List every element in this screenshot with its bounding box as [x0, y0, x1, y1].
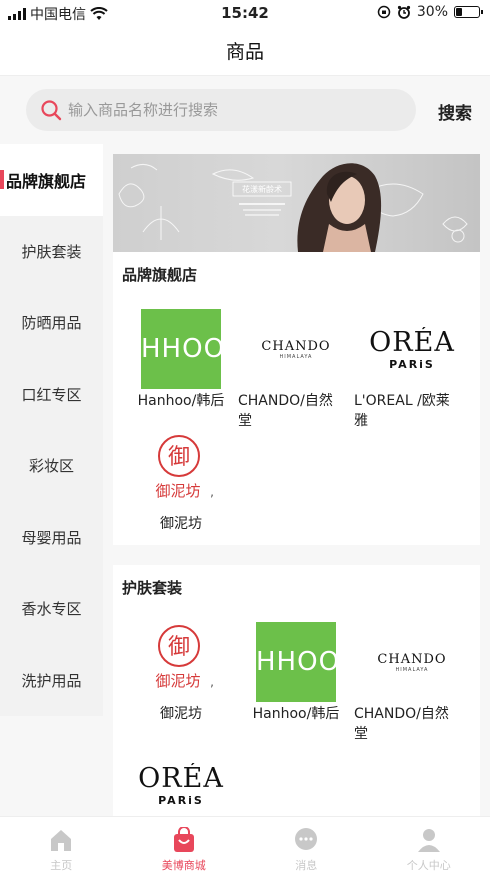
- hanhoo-logo: HHOO: [141, 309, 221, 389]
- product-content: 花漾新龄术 品牌旗舰店 HHOO Hanhoo/韩后 CHANDO HIMALA…: [103, 144, 490, 816]
- search-input[interactable]: [68, 89, 408, 131]
- sidebar-item-toiletries[interactable]: 洗护用品: [0, 645, 103, 717]
- brand-item-hanhoo[interactable]: HHOO Hanhoo/韩后: [123, 309, 239, 411]
- user-icon: [417, 829, 440, 852]
- chando-logo: CHANDO HIMALAYA: [377, 651, 447, 673]
- hanhoo-logo: HHOO: [256, 622, 336, 702]
- section-title: 品牌旗舰店: [122, 266, 198, 284]
- section-title: 护肤套装: [122, 579, 183, 597]
- yunifang-logo: 御 御泥坊 ,: [123, 432, 239, 512]
- nav-bar: 商品: [0, 26, 490, 76]
- sidebar-item-lipstick[interactable]: 口红专区: [0, 359, 103, 431]
- shopping-bag-icon: [173, 827, 194, 852]
- brand-item-chando[interactable]: CHANDO HIMALAYA CHANDO/自然 堂: [354, 622, 470, 744]
- brand-item-loreal[interactable]: ORÉA PARiS L'OREAL /欧莱 雅: [354, 309, 470, 431]
- search-button[interactable]: 搜索: [438, 99, 472, 124]
- sidebar-item-brand-flagship[interactable]: 品牌旗舰店: [0, 144, 103, 216]
- tab-label: 主页: [50, 859, 73, 872]
- brand-item-chando[interactable]: CHANDO HIMALAYA CHANDO/自然 堂: [238, 309, 354, 431]
- category-sidebar: 品牌旗舰店 护肤套装 防晒用品 口红专区 彩妆区 母婴用品 香水专区 洗护用品: [0, 144, 103, 716]
- page-title: 商品: [225, 41, 264, 63]
- brand-name: Hanhoo/韩后: [137, 393, 225, 409]
- tab-messages[interactable]: 消息: [245, 817, 368, 876]
- search-box[interactable]: [26, 89, 416, 131]
- sidebar-item-label: 洗护用品: [21, 671, 82, 690]
- sidebar-item-label: 口红专区: [21, 385, 82, 404]
- tab-label: 个人中心: [406, 859, 451, 872]
- yunifang-logo: 御 御泥坊 ,: [123, 622, 239, 702]
- sidebar-item-makeup[interactable]: 彩妆区: [0, 430, 103, 502]
- svg-text:御: 御: [168, 445, 190, 470]
- loreal-logo: ORÉA PARiS: [369, 327, 455, 371]
- rotation-lock-icon: [377, 5, 391, 19]
- sidebar-item-maternity[interactable]: 母婴用品: [0, 502, 103, 574]
- sidebar-item-skincare-sets[interactable]: 护肤套装: [0, 216, 103, 288]
- status-bar: 中国电信 15:42 30%: [0, 0, 490, 26]
- brand-section-skincare: 护肤套装 御 御泥坊 , 御泥坊 HHOO Hanhoo/韩后 CHANDO H…: [113, 565, 480, 816]
- brand-item-yunifang[interactable]: 御 御泥坊 , 御泥坊: [123, 432, 239, 534]
- tab-home[interactable]: 主页: [0, 817, 123, 876]
- home-icon: [51, 830, 72, 851]
- battery-icon: [454, 6, 483, 18]
- tab-profile[interactable]: 个人中心: [368, 817, 490, 876]
- battery-percent: 30%: [416, 4, 448, 20]
- brand-name: CHANDO/自然 堂: [238, 393, 333, 429]
- sidebar-item-label: 护肤套装: [21, 242, 82, 261]
- app-screen: 中国电信 15:42 30% 商品 输入商品名称进行搜索 搜索 品牌旗舰店 护肤…: [0, 0, 490, 876]
- brand-name: L'OREAL /欧莱 雅: [354, 393, 450, 429]
- svg-text:御: 御: [168, 635, 190, 660]
- search-bar: 搜索: [0, 77, 490, 143]
- svg-text:,: ,: [210, 485, 214, 499]
- brand-section-flagship: 品牌旗舰店 HHOO Hanhoo/韩后 CHANDO HIMALAYA CHA…: [113, 252, 480, 545]
- brand-name: 御泥坊: [160, 516, 202, 532]
- promo-banner[interactable]: 花漾新龄术: [113, 154, 480, 252]
- sidebar-item-perfume[interactable]: 香水专区: [0, 573, 103, 645]
- chando-logo: CHANDO HIMALAYA: [261, 338, 331, 360]
- banner-caption: 花漾新龄术: [242, 184, 282, 194]
- svg-text:御泥坊: 御泥坊: [155, 672, 200, 690]
- svg-text:御泥坊: 御泥坊: [155, 482, 200, 500]
- brand-item-loreal[interactable]: ORÉA PARiS: [123, 745, 239, 816]
- sidebar-item-label: 彩妆区: [28, 457, 74, 476]
- brand-item-hanhoo[interactable]: HHOO Hanhoo/韩后: [238, 622, 354, 724]
- tab-mall[interactable]: 美博商城: [123, 817, 246, 876]
- tab-label: 消息: [295, 859, 318, 872]
- alarm-icon: [397, 5, 410, 19]
- sidebar-item-sunscreen[interactable]: 防晒用品: [0, 287, 103, 359]
- sidebar-item-label: 品牌旗舰店: [6, 171, 87, 191]
- tab-label: 美博商城: [161, 859, 206, 872]
- brand-name: 御泥坊: [160, 706, 202, 722]
- sidebar-item-label: 防晒用品: [21, 314, 82, 333]
- sidebar-item-label: 香水专区: [21, 600, 82, 619]
- search-icon: [41, 100, 62, 121]
- brand-item-yunifang[interactable]: 御 御泥坊 , 御泥坊: [123, 622, 239, 724]
- svg-text:,: ,: [210, 675, 214, 689]
- chat-icon: [295, 828, 318, 850]
- brand-name: Hanhoo/韩后: [252, 706, 340, 722]
- banner-artwork: 花漾新龄术: [118, 163, 468, 252]
- bottom-tab-bar: 主页 美博商城 消息 个人中心: [0, 816, 490, 876]
- sidebar-item-label: 母婴用品: [21, 528, 82, 547]
- brand-name: CHANDO/自然 堂: [354, 706, 449, 742]
- loreal-logo: ORÉA PARiS: [138, 763, 224, 807]
